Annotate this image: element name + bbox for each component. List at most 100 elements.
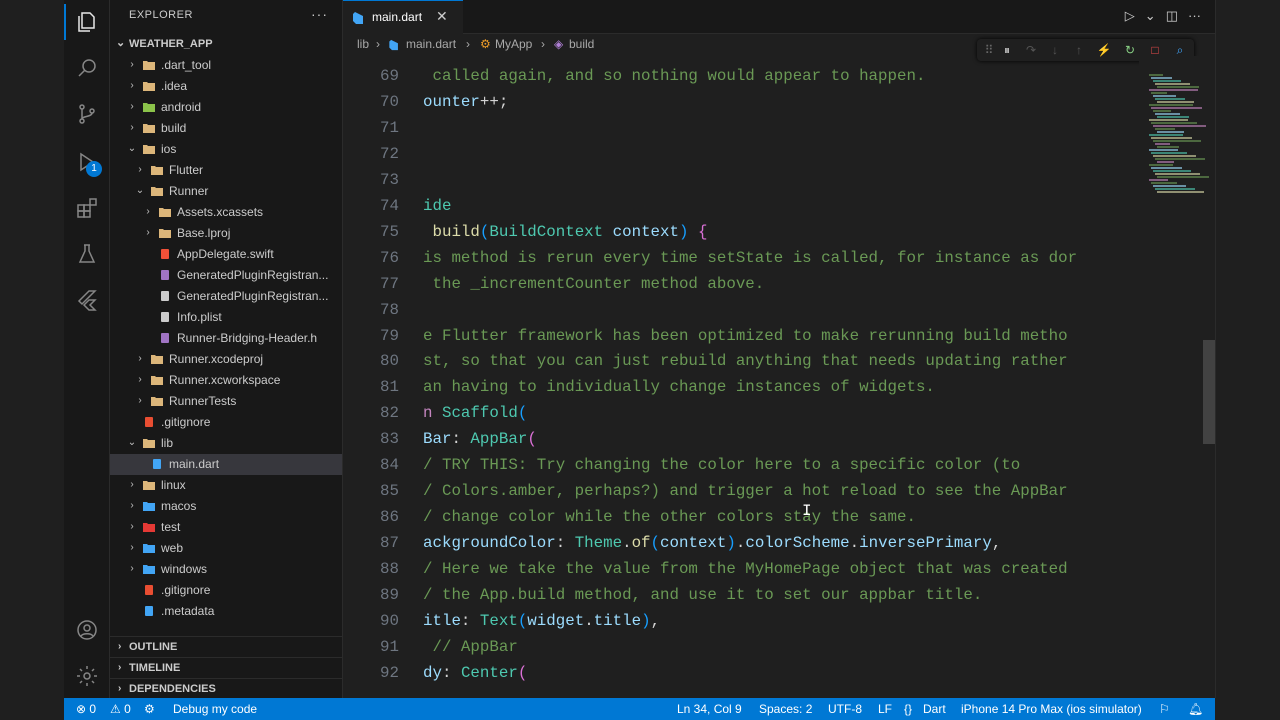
language-mode[interactable]: Dart (923, 702, 946, 716)
code-token: / the App.build method, and use it to se… (423, 586, 983, 604)
manage-gear-icon[interactable] (75, 664, 99, 688)
extensions-icon[interactable] (75, 196, 99, 220)
bell-icon[interactable]: 🔔︎ (1188, 702, 1203, 716)
code-token: . (849, 534, 860, 553)
code-line: 69 called again, and so nothing would ap… (343, 64, 1143, 90)
minimap-line (1153, 170, 1191, 172)
tree-item-label: build (161, 121, 187, 135)
tree-item[interactable]: Runner-Bridging-Header.h (110, 328, 342, 349)
breadcrumb-class[interactable]: MyApp (495, 37, 532, 51)
tree-item[interactable]: › .idea (110, 76, 342, 97)
step-into-icon[interactable]: ↓ (1047, 42, 1063, 58)
scrollbar-thumb[interactable] (1203, 340, 1215, 444)
pause-icon[interactable]: ⏸ (999, 42, 1015, 58)
feedback-icon[interactable]: ⚐ (1159, 702, 1170, 716)
right-panel (1215, 0, 1280, 698)
outline-section[interactable]: › OUTLINE (110, 636, 342, 657)
tree-item[interactable]: GeneratedPluginRegistran... (110, 265, 342, 286)
line-ending[interactable]: LF (878, 702, 892, 716)
tree-item[interactable]: › Assets.xcassets (110, 202, 342, 223)
folder-open-icon (142, 142, 156, 156)
code-text: / TRY THIS: Try changing the color here … (423, 456, 1020, 474)
errors-count[interactable]: ⊗ 0 (76, 702, 96, 716)
testing-icon[interactable] (75, 242, 99, 266)
code-line: 75 build(BuildContext context) { (343, 220, 1143, 246)
code-text: the _incrementCounter method above. (423, 275, 764, 293)
minimap-line (1151, 122, 1197, 124)
run-icon[interactable]: ▷ (1125, 8, 1135, 26)
braces-icon: {} (904, 702, 913, 716)
workspace-root[interactable]: ⌄ WEATHER_APP (110, 34, 342, 54)
step-over-icon[interactable]: ↷ (1023, 42, 1039, 58)
search-icon[interactable] (75, 56, 99, 80)
restart-icon[interactable]: ↻ (1122, 42, 1138, 58)
tree-item[interactable]: › RunnerTests (110, 391, 342, 412)
source-control-icon[interactable] (75, 102, 99, 126)
code-line: 88 / Here we take the value from the MyHo… (343, 557, 1143, 583)
tree-item[interactable]: ⌄ ios (110, 139, 342, 160)
tree-item[interactable]: › Flutter (110, 160, 342, 181)
h-file-icon (158, 268, 172, 282)
chevron-right-icon: › (118, 662, 122, 673)
tree-item[interactable]: › linux (110, 475, 342, 496)
explorer-icon[interactable] (75, 10, 99, 34)
breadcrumb-method[interactable]: build (569, 37, 594, 51)
tree-item[interactable]: › windows (110, 559, 342, 580)
tree-item[interactable]: .metadata (110, 601, 342, 622)
split-editor-icon[interactable]: ◫ (1166, 8, 1178, 26)
tree-item[interactable]: › android (110, 97, 342, 118)
tree-item-label: windows (161, 562, 208, 576)
warnings-count[interactable]: ⚠ 0 (110, 702, 131, 716)
code-text: ide (423, 197, 451, 215)
device-selector[interactable]: iPhone 14 Pro Max (ios simulator) (961, 702, 1142, 716)
tree-item[interactable]: GeneratedPluginRegistran... (110, 286, 342, 307)
tree-item[interactable]: main.dart (110, 454, 342, 475)
tree-item[interactable]: › .dart_tool (110, 55, 342, 76)
editor-actions: ▷ ⌄ ◫ ··· (1125, 8, 1201, 26)
tree-item[interactable]: › build (110, 118, 342, 139)
drag-handle-icon[interactable]: ⠿ (981, 42, 997, 58)
tree-item[interactable]: › web (110, 538, 342, 559)
tree-item[interactable]: AppDelegate.swift (110, 244, 342, 265)
minimap-line (1157, 131, 1184, 133)
cursor-position[interactable]: Ln 34, Col 9 (677, 702, 742, 716)
close-icon[interactable]: ✕ (436, 8, 448, 25)
flutter-icon[interactable] (75, 288, 99, 312)
tree-item[interactable]: › Runner.xcworkspace (110, 370, 342, 391)
tree-item[interactable]: › macos (110, 496, 342, 517)
active-indicator (64, 4, 66, 40)
hot-reload-icon[interactable]: ⚡ (1096, 42, 1112, 58)
code-token: // AppBar (423, 637, 518, 656)
debug-config[interactable]: Debug my code (173, 702, 257, 716)
code-text: ackgroundColor: Theme.of(context).colorS… (423, 534, 1001, 552)
chevron-down-icon: ⌄ (135, 185, 145, 196)
timeline-section[interactable]: › TIMELINE (110, 657, 342, 678)
tree-item[interactable]: › Runner.xcodeproj (110, 349, 342, 370)
more-actions-icon[interactable]: ··· (311, 6, 328, 22)
tree-item[interactable]: › Base.lproj (110, 223, 342, 244)
line-number: 75 (380, 222, 399, 241)
code-text: e Flutter framework has been optimized t… (423, 327, 1068, 345)
tree-item[interactable]: .gitignore (110, 580, 342, 601)
tree-item[interactable]: ⌄ Runner (110, 181, 342, 202)
code-editor[interactable]: 69 called again, and so nothing would ap… (343, 56, 1215, 698)
more-icon[interactable]: ··· (1188, 8, 1201, 26)
dependencies-section[interactable]: › DEPENDENCIES (110, 678, 342, 698)
encoding[interactable]: UTF-8 (828, 702, 862, 716)
step-out-icon[interactable]: ↑ (1071, 42, 1087, 58)
breadcrumb-file[interactable]: main.dart (406, 37, 456, 51)
code-text: called again, and so nothing would appea… (423, 67, 925, 85)
tree-item[interactable]: › test (110, 517, 342, 538)
account-icon[interactable] (75, 618, 99, 642)
minimap-line (1149, 134, 1183, 136)
breadcrumb-lib[interactable]: lib (357, 37, 369, 51)
tree-item[interactable]: Info.plist (110, 307, 342, 328)
line-number: 72 (380, 144, 399, 163)
tree-item[interactable]: .gitignore (110, 412, 342, 433)
tab-main-dart[interactable]: main.dart ✕ (343, 0, 463, 34)
chevron-down-icon[interactable]: ⌄ (1145, 8, 1156, 26)
indentation[interactable]: Spaces: 2 (759, 702, 812, 716)
code-token: ( (517, 611, 528, 630)
tree-item[interactable]: ⌄ lib (110, 433, 342, 454)
